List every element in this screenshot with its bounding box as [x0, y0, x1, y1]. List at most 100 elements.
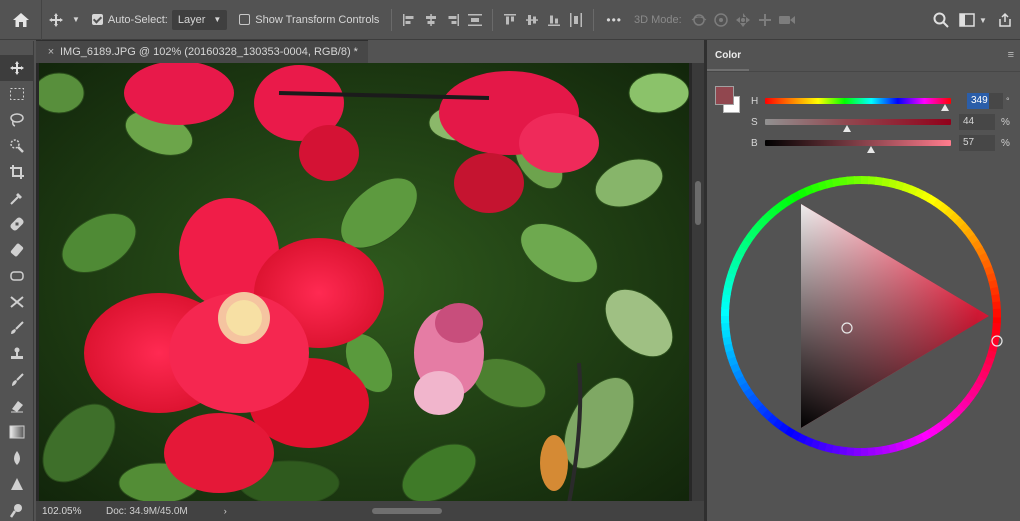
align-top-button[interactable] — [499, 0, 521, 40]
align-center-button[interactable] — [420, 0, 442, 40]
quick-selection-icon — [10, 139, 24, 153]
saturation-slider-thumb[interactable] — [842, 125, 851, 132]
align-middle-button[interactable] — [521, 0, 543, 40]
gradient-tool[interactable] — [0, 419, 34, 445]
vertical-scroll-thumb[interactable] — [695, 181, 701, 225]
align-vertical-center-icon — [526, 14, 539, 25]
divider — [391, 8, 393, 31]
layer-select[interactable]: Layer ▼ — [171, 9, 228, 30]
3d-mode-label: 3D Mode: — [634, 13, 682, 26]
eyedropper-icon — [10, 193, 22, 205]
stamp-icon — [11, 347, 23, 359]
hue-unit: ° — [1006, 96, 1010, 106]
vertical-scrollbar[interactable] — [692, 63, 704, 501]
close-icon[interactable]: × — [42, 46, 60, 58]
brightness-slider[interactable] — [765, 140, 951, 153]
video-camera-icon — [778, 15, 795, 24]
move-tool-preset[interactable]: ▼ — [42, 0, 86, 40]
saturation-value[interactable]: 44 — [959, 114, 995, 130]
triangle-icon — [11, 478, 23, 490]
lasso-tool[interactable] — [0, 107, 34, 133]
divider — [593, 8, 595, 31]
hue-slider-thumb[interactable] — [941, 104, 950, 111]
move-icon — [49, 12, 63, 27]
checkbox-checked-icon — [91, 14, 103, 25]
horizontal-scroll-thumb[interactable] — [372, 508, 442, 514]
dodge-tool[interactable] — [0, 471, 34, 497]
content-aware-move-tool[interactable] — [0, 289, 34, 315]
marquee-tool[interactable] — [0, 81, 34, 107]
brightness-unit: % — [1001, 137, 1010, 149]
pen-tool[interactable] — [0, 497, 34, 521]
3d-pan-icon — [735, 12, 750, 27]
panel-menu-icon[interactable]: ≡ — [1008, 49, 1014, 61]
search-icon — [933, 12, 949, 28]
history-brush-icon — [12, 373, 24, 386]
saturation-unit: % — [1001, 116, 1010, 128]
color-swatches — [715, 86, 743, 114]
3d-orbit-icon — [691, 13, 707, 26]
align-bottom-button[interactable] — [543, 0, 565, 40]
frame-tool[interactable] — [0, 263, 34, 289]
auto-select-label: Auto-Select: — [107, 13, 168, 26]
distribute-vertical-icon — [468, 13, 483, 26]
share-button[interactable] — [990, 0, 1020, 40]
align-right-button[interactable] — [442, 0, 464, 40]
3d-scale-button[interactable] — [776, 0, 798, 40]
3d-roll-button[interactable] — [710, 0, 732, 40]
layer-select-value: Layer — [177, 13, 206, 26]
show-transform-controls-checkbox[interactable]: Show Transform Controls — [233, 0, 385, 40]
foreground-color-swatch[interactable] — [715, 86, 734, 105]
search-button[interactable] — [926, 0, 956, 40]
color-panel-header: Color ≡ — [707, 40, 1020, 72]
align-left-button[interactable] — [398, 0, 420, 40]
quick-selection-tool[interactable] — [0, 133, 34, 159]
3d-pan-button[interactable] — [732, 0, 754, 40]
hue-slider[interactable] — [765, 98, 951, 111]
distribute-horizontal-button[interactable] — [565, 0, 587, 40]
brightness-label: B — [751, 137, 758, 149]
color-tab[interactable]: Color — [707, 50, 750, 71]
document-tab[interactable]: × IMG_6189.JPG @ 102% (20160328_130353-0… — [36, 40, 368, 63]
document-tab-title: IMG_6189.JPG @ 102% (20160328_130353-000… — [60, 46, 358, 58]
saturation-brightness-triangle[interactable] — [801, 204, 989, 428]
auto-select-checkbox[interactable]: Auto-Select: Layer ▼ — [86, 0, 233, 40]
3d-orbit-button[interactable] — [688, 0, 710, 40]
crop-tool[interactable] — [0, 159, 34, 185]
blur-tool[interactable] — [0, 445, 34, 471]
eyedropper-tool[interactable] — [0, 185, 34, 211]
brightness-slider-thumb[interactable] — [867, 146, 876, 153]
image-canvas[interactable] — [39, 63, 689, 501]
document-tab-bar: × IMG_6189.JPG @ 102% (20160328_130353-0… — [36, 40, 706, 63]
tools-panel — [0, 41, 34, 521]
workspace-icon — [959, 13, 975, 27]
hue-value[interactable]: 349 — [967, 93, 989, 109]
eraser-tool-alt[interactable] — [0, 237, 34, 263]
healing-brush-tool[interactable] — [0, 211, 34, 237]
3d-roll-icon — [713, 12, 728, 27]
3d-slide-button[interactable] — [754, 0, 776, 40]
eraser-tool[interactable] — [0, 393, 34, 419]
divider — [492, 8, 494, 31]
chevron-right-icon[interactable]: › — [224, 506, 227, 516]
toolbar-grip — [0, 41, 33, 55]
move-tool[interactable] — [0, 55, 34, 81]
saturation-slider[interactable] — [765, 119, 951, 132]
eraser-icon — [11, 401, 23, 413]
distribute-vertical-button[interactable] — [464, 0, 486, 40]
brush-icon — [11, 321, 24, 334]
zoom-level[interactable]: 102.05% — [36, 506, 86, 517]
move-icon — [10, 61, 24, 75]
brightness-value[interactable]: 57 — [959, 135, 995, 151]
clone-stamp-tool[interactable] — [0, 341, 34, 367]
history-brush-tool[interactable] — [0, 367, 34, 393]
crop-icon — [10, 165, 24, 179]
more-options-button[interactable]: ••• — [600, 0, 628, 40]
color-wheel[interactable] — [713, 168, 1019, 464]
bandage-icon — [10, 217, 24, 231]
workspace-button[interactable]: ▼ — [956, 0, 990, 40]
brush-tool[interactable] — [0, 315, 34, 341]
show-transform-controls-label: Show Transform Controls — [255, 13, 380, 26]
options-bar-right: ▼ — [926, 0, 1020, 40]
home-button[interactable] — [0, 0, 42, 40]
